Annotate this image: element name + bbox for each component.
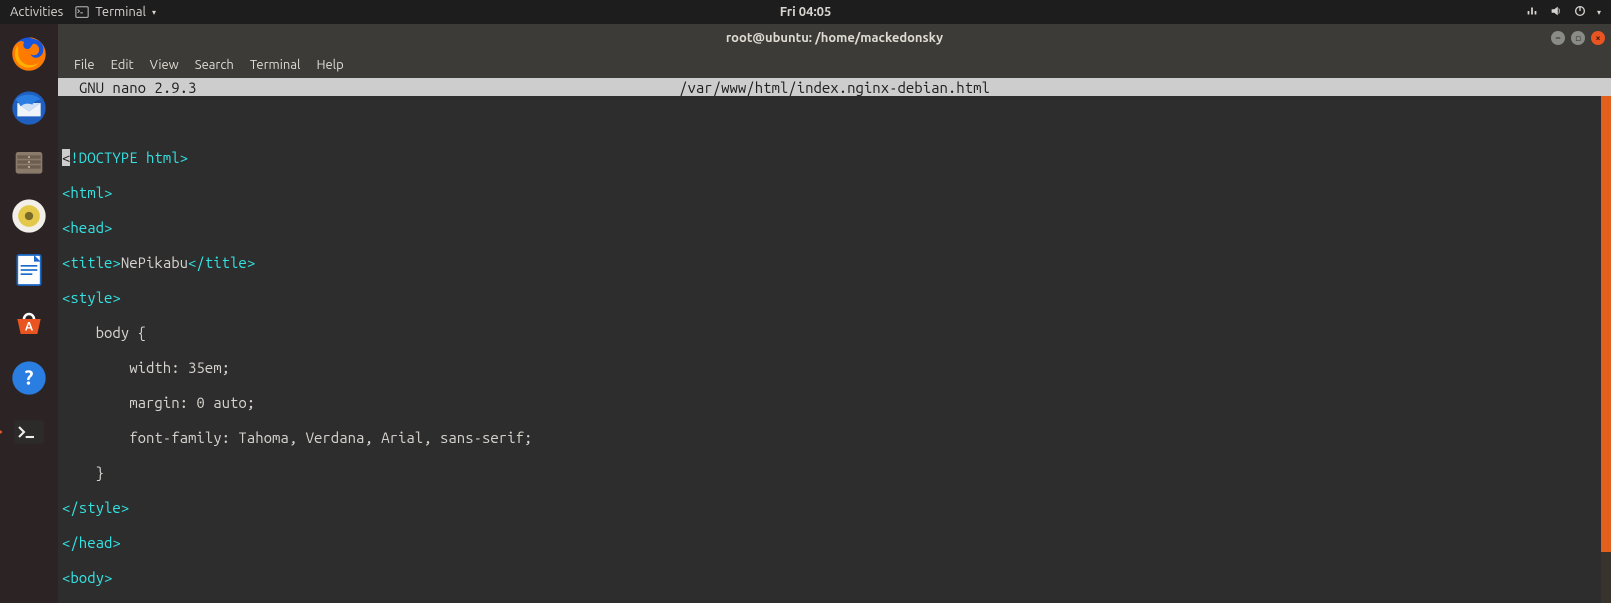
nano-header: GNU nano 2.9.3 /var/www/html/index.nginx…: [58, 78, 1611, 96]
code-line: <html>: [62, 184, 1607, 202]
svg-text:A: A: [25, 321, 34, 334]
code-line: }: [62, 464, 1607, 482]
code-line: margin: 0 auto;: [62, 394, 1607, 412]
maximize-button[interactable]: ▫: [1571, 31, 1585, 45]
menu-terminal[interactable]: Terminal: [242, 58, 309, 72]
code-line: <body>: [62, 569, 1607, 587]
menu-edit[interactable]: Edit: [103, 58, 142, 72]
software-icon: A: [9, 304, 49, 344]
nano-filename: /var/www/html/index.nginx-debian.html: [679, 79, 990, 96]
close-button[interactable]: ×: [1591, 31, 1605, 45]
menu-view[interactable]: View: [142, 58, 187, 72]
clock[interactable]: Fri 04:05: [780, 5, 832, 19]
dock-item-thunderbird[interactable]: [5, 84, 53, 132]
code-line: body {: [62, 324, 1607, 342]
code-line: font-family: Tahoma, Verdana, Arial, san…: [62, 429, 1607, 447]
firefox-icon: [9, 34, 49, 74]
scrollbar-thumb[interactable]: [1601, 96, 1611, 552]
code-line: width: 35em;: [62, 359, 1607, 377]
menu-search[interactable]: Search: [187, 58, 242, 72]
dock-item-writer[interactable]: [5, 246, 53, 294]
files-icon: [9, 142, 49, 182]
rhythmbox-icon: [9, 196, 49, 236]
nano-version: GNU nano 2.9.3: [62, 79, 196, 96]
code-line: </style>: [62, 499, 1607, 517]
dock-item-firefox[interactable]: [5, 30, 53, 78]
gnome-topbar: Activities Terminal ▾ Fri 04:05 ▾: [0, 0, 1611, 24]
dock: A ?: [0, 24, 58, 603]
dock-item-rhythmbox[interactable]: [5, 192, 53, 240]
dock-item-terminal[interactable]: [5, 408, 53, 456]
volume-icon[interactable]: [1549, 4, 1563, 21]
dock-item-software[interactable]: A: [5, 300, 53, 348]
code-line: <style>: [62, 289, 1607, 307]
menu-help[interactable]: Help: [308, 58, 351, 72]
thunderbird-icon: [9, 88, 49, 128]
editor-content[interactable]: <!DOCTYPE html> <html> <head> <title>NeP…: [58, 96, 1611, 603]
app-menu[interactable]: Terminal ▾: [75, 5, 156, 19]
terminal-window: root@ubuntu: /home/mackedonsky – ▫ × Fil…: [58, 24, 1611, 603]
network-icon[interactable]: [1525, 4, 1539, 21]
chevron-down-icon: ▾: [1597, 8, 1601, 17]
window-titlebar[interactable]: root@ubuntu: /home/mackedonsky – ▫ ×: [58, 24, 1611, 52]
dock-item-files[interactable]: [5, 138, 53, 186]
terminal-menubar: File Edit View Search Terminal Help: [58, 52, 1611, 78]
power-icon[interactable]: [1573, 4, 1587, 21]
svg-text:?: ?: [25, 366, 34, 389]
terminal-icon: [9, 412, 49, 452]
menu-file[interactable]: File: [66, 58, 103, 72]
activities-button[interactable]: Activities: [10, 5, 63, 19]
help-icon: ?: [9, 358, 49, 398]
scrollbar[interactable]: [1601, 96, 1611, 603]
code-line: [62, 114, 1607, 132]
dock-item-help[interactable]: ?: [5, 354, 53, 402]
window-title: root@ubuntu: /home/mackedonsky: [726, 31, 943, 45]
app-menu-label: Terminal: [95, 5, 146, 19]
code-line: <head>: [62, 219, 1607, 237]
terminal-small-icon: [75, 5, 89, 19]
code-line: <!DOCTYPE html>: [62, 149, 1607, 167]
code-line: <title>NePikabu</title>: [62, 254, 1607, 272]
code-line: </head>: [62, 534, 1607, 552]
libreoffice-writer-icon: [9, 250, 49, 290]
minimize-button[interactable]: –: [1551, 31, 1565, 45]
chevron-down-icon: ▾: [152, 8, 156, 17]
